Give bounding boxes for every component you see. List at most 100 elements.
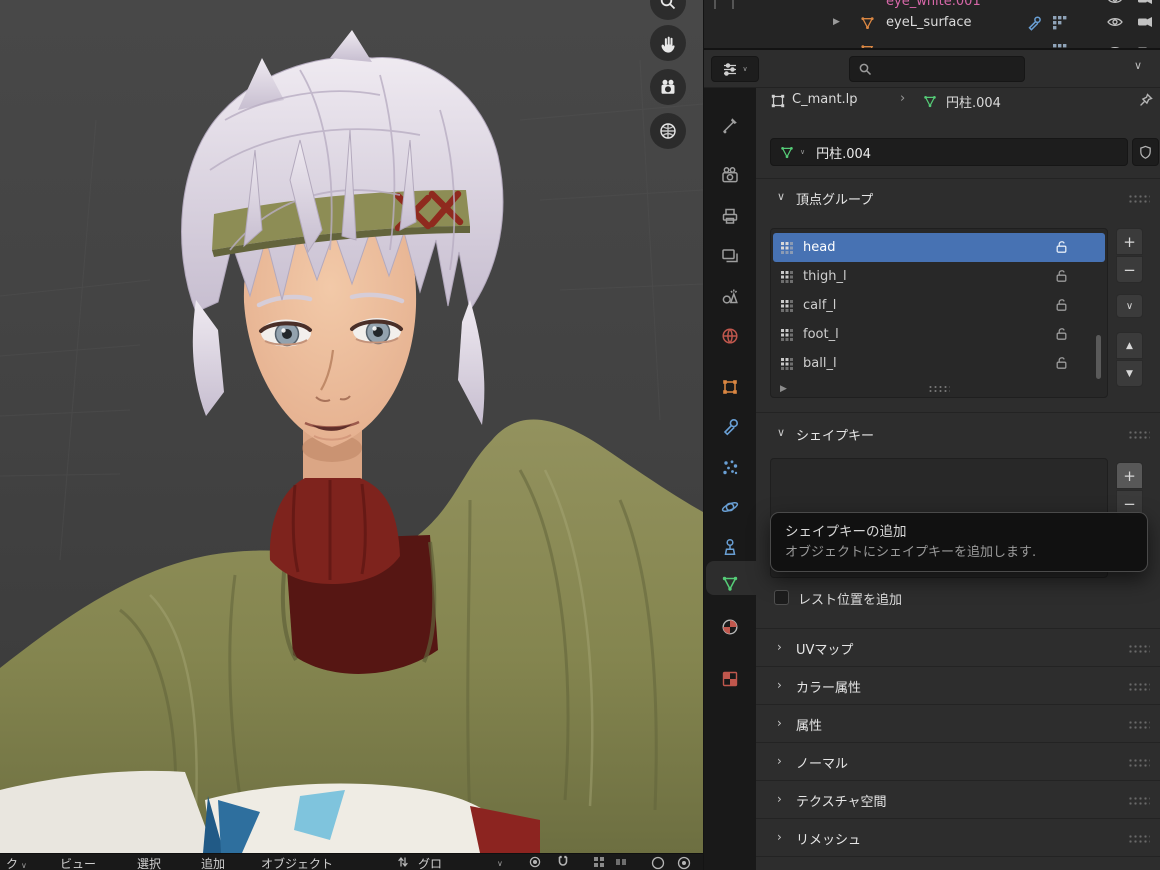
proportional-circle-icon[interactable] xyxy=(650,855,666,870)
tab-constraints[interactable] xyxy=(710,532,750,562)
constraints-icon xyxy=(724,538,736,556)
tab-particles[interactable] xyxy=(710,452,750,482)
panel-title: シェイプキー xyxy=(796,429,875,444)
pan-gizmo[interactable] xyxy=(650,25,686,61)
outliner-panel[interactable]: eye_white.001 ▶ eyeL_surface xyxy=(703,0,1160,50)
tab-output[interactable] xyxy=(710,201,750,231)
panel-drag-grip[interactable] xyxy=(1128,834,1150,843)
list-scrollbar[interactable] xyxy=(1096,335,1101,379)
vertex-group-move-up-button[interactable]: ▲ xyxy=(1116,332,1143,359)
render-camera-icon[interactable] xyxy=(1136,43,1154,48)
tab-material[interactable] xyxy=(710,612,750,642)
section-texture-space[interactable]: › テクスチャ空間 xyxy=(756,780,1160,818)
mode-label: ク xyxy=(6,857,19,870)
lock-open-icon[interactable] xyxy=(1055,356,1069,370)
snap-options-icon[interactable] xyxy=(592,855,606,869)
search-input[interactable] xyxy=(849,56,1025,82)
section-normals[interactable]: › ノーマル xyxy=(756,742,1160,780)
orientation-caret[interactable]: ∨ xyxy=(494,855,503,869)
section-geometry-data[interactable]: › 形状データ xyxy=(756,856,1160,870)
vertex-data-icon[interactable] xyxy=(1052,15,1067,30)
tab-modifiers[interactable] xyxy=(710,412,750,442)
expand-arrow-icon[interactable]: ▶ xyxy=(833,17,840,27)
tab-scene[interactable] xyxy=(710,281,750,311)
lock-open-icon[interactable] xyxy=(1055,269,1069,283)
vertex-group-row[interactable]: head xyxy=(773,233,1105,262)
vertex-group-name: foot_l xyxy=(803,327,839,342)
section-uv-maps[interactable]: › UVマップ xyxy=(756,628,1160,666)
shape-keys-panel-header[interactable]: ∨ シェイプキー xyxy=(756,418,1160,450)
pivot-point-icon[interactable] xyxy=(396,855,410,869)
lock-open-icon[interactable] xyxy=(1055,327,1069,341)
vertex-group-row[interactable]: thigh_l xyxy=(773,262,1105,291)
visibility-eye-icon[interactable] xyxy=(1106,0,1124,7)
datablock-name-field[interactable]: ∨ 円柱.004 xyxy=(770,138,1128,166)
lock-open-icon[interactable] xyxy=(1055,240,1069,254)
tab-tool[interactable] xyxy=(710,110,750,140)
panel-drag-grip[interactable] xyxy=(1128,194,1150,203)
orientation-label: グロ xyxy=(418,857,443,870)
shape-key-list[interactable] xyxy=(770,458,1108,578)
falloff-circle-icon[interactable] xyxy=(676,855,692,870)
shape-key-remove-button[interactable]: − xyxy=(1116,490,1143,517)
vertex-data-icon[interactable] xyxy=(1052,43,1067,48)
list-filter-expander-icon[interactable]: ▶ xyxy=(780,384,787,394)
modifier-wrench-icon[interactable] xyxy=(1026,15,1042,31)
visibility-eye-icon[interactable] xyxy=(1106,43,1124,48)
vertex-groups-panel-header[interactable]: ∨ 頂点グループ xyxy=(756,182,1160,214)
editor-type-button[interactable]: ∨ xyxy=(711,56,759,82)
chevron-down-icon: ∨ xyxy=(497,859,503,868)
3d-viewport[interactable] xyxy=(0,0,703,853)
outliner-row-partial[interactable]: eye_white.001 xyxy=(886,0,981,9)
fake-user-shield-button[interactable] xyxy=(1132,138,1159,166)
vertex-group-list[interactable]: head thigh_l calf_l foot_l ball_l ▶ xyxy=(770,228,1108,398)
tab-world[interactable] xyxy=(710,321,750,351)
proportional-editing-icon[interactable] xyxy=(528,855,542,869)
mode-dropdown[interactable]: ク ∨ xyxy=(6,855,27,870)
vertex-group-specials-button[interactable]: ∨ xyxy=(1116,294,1143,318)
menu-add[interactable]: 追加 xyxy=(201,855,225,870)
breadcrumb-object[interactable]: C_mant.lp xyxy=(792,92,858,107)
tab-object-data[interactable] xyxy=(710,568,750,598)
vertex-group-row[interactable]: calf_l xyxy=(773,291,1105,320)
vertex-group-remove-button[interactable]: − xyxy=(1116,256,1143,283)
rest-position-label[interactable]: レスト位置を追加 xyxy=(798,589,902,608)
vertex-group-row[interactable]: foot_l xyxy=(773,320,1105,349)
menu-view[interactable]: ビュー xyxy=(60,855,96,870)
tab-physics[interactable] xyxy=(710,492,750,522)
render-camera-icon[interactable] xyxy=(1136,14,1154,30)
visibility-eye-icon[interactable] xyxy=(1106,14,1124,30)
outliner-row-main[interactable]: eyeL_surface xyxy=(886,15,971,30)
panel-drag-grip[interactable] xyxy=(1128,720,1150,729)
pin-icon[interactable] xyxy=(1138,92,1154,108)
render-camera-icon[interactable] xyxy=(1136,0,1154,7)
section-color-attributes[interactable]: › カラー属性 xyxy=(756,666,1160,704)
vertex-group-move-down-button[interactable]: ▼ xyxy=(1116,360,1143,387)
panel-drag-grip[interactable] xyxy=(1128,430,1150,439)
tab-object[interactable] xyxy=(710,372,750,402)
tab-render[interactable] xyxy=(710,160,750,190)
panel-drag-grip[interactable] xyxy=(1128,644,1150,653)
panel-drag-grip[interactable] xyxy=(1128,682,1150,691)
rest-position-checkbox[interactable] xyxy=(774,590,789,605)
breadcrumb-data[interactable]: 円柱.004 xyxy=(946,92,1001,111)
lock-open-icon[interactable] xyxy=(1055,298,1069,312)
menu-object[interactable]: オブジェクト xyxy=(261,855,333,870)
tab-texture[interactable] xyxy=(710,664,750,694)
section-remesh[interactable]: › リメッシュ xyxy=(756,818,1160,856)
shape-key-add-button[interactable]: + xyxy=(1116,462,1143,489)
tab-view-layer[interactable] xyxy=(710,242,750,272)
vertex-group-add-button[interactable]: + xyxy=(1116,228,1143,255)
list-resize-grip[interactable] xyxy=(928,385,950,393)
overlay-squares-icon[interactable] xyxy=(614,855,628,869)
menu-select[interactable]: 選択 xyxy=(137,855,161,870)
orientation-dropdown[interactable]: グロ xyxy=(418,855,442,870)
snap-magnet-icon[interactable] xyxy=(556,855,570,869)
header-options-chevron[interactable]: ∨ xyxy=(1134,59,1142,72)
panel-drag-grip[interactable] xyxy=(1128,796,1150,805)
section-attributes[interactable]: › 属性 xyxy=(756,704,1160,742)
camera-view-gizmo[interactable] xyxy=(650,69,686,105)
panel-drag-grip[interactable] xyxy=(1128,758,1150,767)
vertex-group-row[interactable]: ball_l xyxy=(773,349,1105,378)
orthographic-gizmo[interactable] xyxy=(650,113,686,149)
